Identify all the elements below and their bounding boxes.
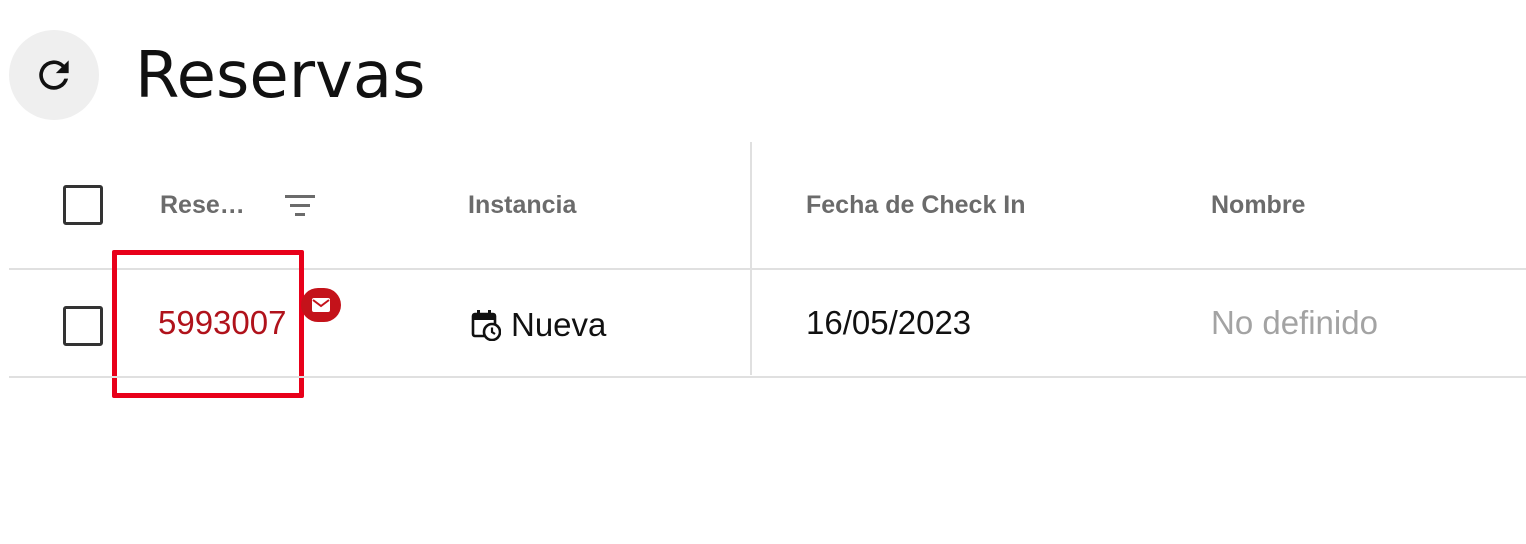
row-divider	[9, 376, 1526, 378]
reservation-id-link[interactable]: 5993007	[158, 304, 286, 342]
column-header-fecha-check-in[interactable]: Fecha de Check In	[806, 191, 1026, 220]
select-all-checkbox[interactable]	[63, 185, 103, 225]
row-checkbox[interactable]	[63, 306, 103, 346]
refresh-icon	[39, 60, 69, 90]
column-header-reserva[interactable]: Rese…	[160, 191, 245, 220]
mail-badge[interactable]	[301, 288, 341, 322]
calendar-clock-icon	[471, 310, 501, 341]
fecha-check-in-value: 16/05/2023	[806, 304, 972, 341]
column-header-nombre[interactable]: Nombre	[1211, 191, 1305, 220]
filter-icon[interactable]	[283, 192, 317, 218]
instancia-cell: Nueva	[471, 306, 606, 344]
refresh-button[interactable]	[9, 30, 99, 120]
instancia-value: Nueva	[511, 306, 607, 343]
mail-icon	[312, 298, 330, 312]
page-title: Reservas	[135, 39, 426, 113]
table-row[interactable]: 5993007 Nueva 16/05/2023 No definido	[9, 250, 1526, 398]
nombre-value: No definido	[1211, 304, 1378, 341]
reservas-page: Reservas Rese… Instancia Fecha de Check …	[0, 0, 1526, 544]
column-header-instancia[interactable]: Instancia	[468, 191, 576, 220]
